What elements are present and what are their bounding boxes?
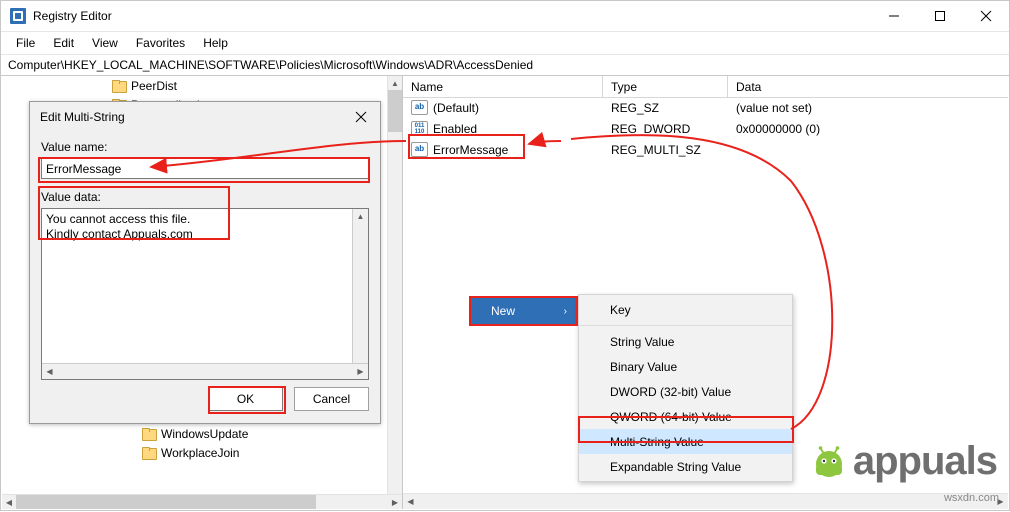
submenu-item-binary-value[interactable]: Binary Value [579, 354, 792, 379]
value-data-textarea[interactable]: You cannot access this file. Kindly cont… [41, 208, 369, 380]
menu-view[interactable]: View [83, 34, 127, 52]
scroll-up-icon[interactable]: ▲ [388, 76, 402, 90]
context-menu-new[interactable]: New › [471, 298, 576, 324]
submenu-item-key[interactable]: Key [579, 297, 792, 322]
menu-bar: File Edit View Favorites Help [1, 32, 1009, 55]
table-row[interactable]: ab ErrorMessage REG_MULTI_SZ [403, 139, 1008, 160]
scroll-up-icon[interactable]: ▲ [353, 209, 368, 224]
row-name-cell: ab ErrorMessage [403, 142, 603, 157]
submenu-item-expandable-string-value[interactable]: Expandable String Value [579, 454, 792, 479]
watermark: appuals [809, 439, 998, 483]
menu-help[interactable]: Help [194, 34, 237, 52]
folder-icon [112, 79, 127, 93]
column-header-name[interactable]: Name [403, 76, 603, 97]
scroll-left-icon[interactable]: ◀ [42, 364, 57, 379]
textarea-vertical-scrollbar[interactable]: ▲ ▼ [352, 209, 368, 379]
tree-vertical-scrollbar[interactable]: ▲ ▼ [387, 76, 402, 509]
address-bar[interactable]: Computer\HKEY_LOCAL_MACHINE\SOFTWARE\Pol… [1, 55, 1009, 76]
column-header-type[interactable]: Type [603, 76, 728, 97]
registry-editor-window: Registry Editor File Edit View Favorites… [0, 0, 1010, 511]
value-name-input-text: ErrorMessage [46, 161, 122, 176]
row-type-cell: REG_SZ [611, 100, 660, 115]
minimize-button[interactable] [871, 1, 917, 31]
values-horizontal-scrollbar[interactable]: ◀ ▶ [403, 493, 1008, 509]
row-data-cell: 0x00000000 (0) [736, 121, 821, 136]
submenu-item-dword-value[interactable]: DWORD (32-bit) Value [579, 379, 792, 404]
new-submenu: Key String Value Binary Value DWORD (32-… [578, 294, 793, 482]
value-name-label: Value name: [41, 140, 108, 154]
registry-icon [10, 8, 26, 24]
tree-item-label: PeerDist [131, 78, 178, 93]
tree-item-peerdist[interactable]: PeerDist [2, 76, 388, 95]
row-name-cell: ab (Default) [403, 100, 603, 115]
submenu-separator [579, 325, 792, 326]
registry-path: Computer\HKEY_LOCAL_MACHINE\SOFTWARE\Pol… [8, 58, 534, 72]
binary-icon: 011 110 [411, 121, 428, 136]
folder-icon [142, 427, 157, 441]
table-row[interactable]: 011 110 Enabled REG_DWORD 0x00000000 (0) [403, 118, 1008, 139]
submenu-item-multi-string-value[interactable]: Multi-String Value [579, 429, 792, 454]
value-name: ErrorMessage [433, 142, 509, 157]
dialog-title: Edit Multi-String [40, 110, 125, 124]
ab-string-icon: ab [411, 100, 428, 115]
source-watermark: wsxdn.com [943, 492, 999, 504]
row-type-cell: REG_DWORD [611, 121, 691, 136]
row-type-cell: REG_MULTI_SZ [611, 142, 701, 157]
twisty-icon[interactable] [98, 76, 112, 95]
tree-item-label: WindowsUpdate [161, 426, 249, 441]
scroll-left-icon[interactable]: ◀ [403, 494, 418, 509]
dialog-close-button[interactable] [342, 102, 380, 132]
edit-multi-string-dialog: Edit Multi-String Value name: ErrorMessa… [29, 101, 381, 424]
column-header-data[interactable]: Data [728, 76, 1008, 97]
twisty-icon[interactable] [128, 443, 142, 462]
tree-scroll-thumb[interactable] [388, 90, 402, 132]
row-name-cell: 011 110 Enabled [403, 121, 603, 136]
window-title: Registry Editor [33, 9, 112, 23]
scroll-right-icon[interactable]: ▶ [353, 364, 368, 379]
cancel-button[interactable]: Cancel [294, 387, 369, 411]
close-button[interactable] [963, 1, 1009, 31]
value-data-text: You cannot access this file. Kindly cont… [46, 212, 193, 241]
maximize-button[interactable] [917, 1, 963, 31]
value-name: Enabled [433, 121, 478, 136]
context-menu-new-label: New [491, 304, 516, 318]
menu-file[interactable]: File [7, 34, 44, 52]
value-name-input[interactable]: ErrorMessage [41, 158, 369, 179]
twisty-icon[interactable] [128, 424, 142, 443]
appuals-logo-icon [809, 440, 849, 480]
dialog-title-bar: Edit Multi-String [30, 102, 380, 132]
dialog-buttons: OK Cancel [208, 387, 369, 411]
menu-edit[interactable]: Edit [44, 34, 83, 52]
tree-item-workplacejoin[interactable]: WorkplaceJoin [2, 443, 388, 462]
folder-icon [142, 446, 157, 460]
submenu-item-string-value[interactable]: String Value [579, 329, 792, 354]
tree-horizontal-scrollbar[interactable]: ◀ ▶ [2, 494, 402, 509]
chevron-right-icon: › [563, 305, 567, 317]
title-bar: Registry Editor [1, 1, 1009, 32]
tree-item-windowsupdate[interactable]: WindowsUpdate [2, 424, 388, 443]
values-list-header: Name Type Data [403, 76, 1008, 98]
ok-button[interactable]: OK [208, 387, 283, 411]
submenu-item-qword-value[interactable]: QWORD (64-bit) Value [579, 404, 792, 429]
textarea-horizontal-scrollbar[interactable]: ◀ ▶ [42, 363, 368, 379]
watermark-text: appuals [852, 439, 998, 483]
row-data-cell: (value not set) [736, 100, 813, 115]
menu-favorites[interactable]: Favorites [127, 34, 194, 52]
value-name: (Default) [433, 100, 480, 115]
tree-hscroll-thumb[interactable] [16, 495, 316, 509]
value-data-label: Value data: [41, 190, 101, 204]
scroll-right-icon[interactable]: ▶ [388, 495, 402, 509]
ab-string-icon: ab [411, 142, 428, 157]
tree-item-label: WorkplaceJoin [161, 445, 240, 460]
scroll-left-icon[interactable]: ◀ [2, 495, 16, 509]
dialog-body: Value name: ErrorMessage Value data: You… [30, 132, 380, 380]
window-buttons [871, 1, 1009, 31]
table-row[interactable]: ab (Default) REG_SZ (value not set) [403, 97, 1008, 118]
